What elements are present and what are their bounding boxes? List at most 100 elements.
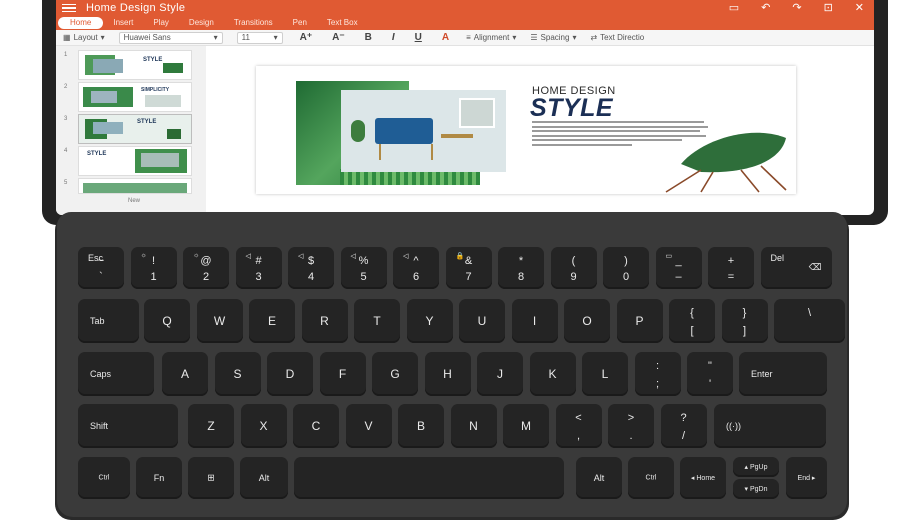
- key-label: W: [213, 314, 226, 328]
- key-row2-8[interactable]: I: [511, 299, 558, 343]
- key-label: U: [477, 314, 487, 328]
- key-row2-12[interactable]: }]: [721, 299, 768, 343]
- key-row3-3[interactable]: D: [267, 352, 313, 396]
- key-label: ▴ PgUp: [744, 464, 768, 471]
- key-row2-7[interactable]: U: [459, 299, 505, 343]
- key-row5-10[interactable]: End ▸: [786, 457, 827, 499]
- key-row5-6[interactable]: Ctrl: [628, 457, 674, 499]
- key-label: \: [807, 307, 812, 319]
- key-row1-3[interactable]: ◁ #3: [235, 247, 282, 289]
- key-label: G: [390, 367, 400, 381]
- key-row4-11[interactable]: ((·)): [714, 404, 826, 448]
- key-row4-9[interactable]: >.: [608, 404, 654, 448]
- key-label: _: [675, 255, 682, 267]
- key-row1-0[interactable]: Esc ~ `: [78, 247, 124, 289]
- key-row4-7[interactable]: M: [503, 404, 549, 448]
- key-row1-9[interactable]: (9: [550, 247, 597, 289]
- key-row3-5[interactable]: G: [372, 352, 418, 396]
- key-row1-5[interactable]: ◁% 5: [340, 247, 387, 289]
- key-label: Caps: [90, 369, 112, 379]
- key-label: #: [255, 255, 262, 267]
- key-label: }: [742, 307, 747, 319]
- key-row4-2[interactable]: X: [240, 404, 287, 448]
- key-row2-10[interactable]: P: [616, 299, 663, 343]
- key-row4-1[interactable]: Z: [188, 404, 234, 448]
- key-label: ,: [576, 430, 581, 442]
- key-row2-0[interactable]: Tab: [78, 299, 139, 343]
- key-row3-7[interactable]: J: [477, 352, 523, 396]
- key-row3-1[interactable]: A: [162, 352, 208, 396]
- key-row1-11[interactable]: ▭ _ –: [655, 247, 702, 289]
- key-row3-8[interactable]: K: [529, 352, 576, 396]
- key-label: R: [320, 314, 329, 328]
- key-row3-10[interactable]: :;: [634, 352, 681, 396]
- key-row5-2[interactable]: ⊞: [188, 457, 234, 499]
- key-row2-9[interactable]: O: [564, 299, 610, 343]
- key-label: V: [364, 419, 373, 433]
- key-label: ]: [742, 325, 747, 337]
- key-row4-6[interactable]: N: [450, 404, 497, 448]
- key-label: {: [690, 307, 694, 319]
- key-label: Alt: [593, 473, 605, 483]
- key-row1-2[interactable]: ☼ @2: [183, 247, 229, 289]
- key-row3-0[interactable]: Caps: [78, 352, 154, 396]
- key-row5-0[interactable]: Ctrl: [78, 457, 130, 499]
- key-row2-3[interactable]: E: [249, 299, 295, 343]
- key-label: S: [233, 367, 242, 381]
- key-row5-9[interactable]: ▾ PgDn: [733, 479, 779, 499]
- key-row4-0[interactable]: Shift: [78, 404, 178, 448]
- key-row3-11[interactable]: " ': [687, 352, 733, 396]
- key-row2-6[interactable]: Y: [406, 299, 453, 343]
- key-row2-11[interactable]: {[: [669, 299, 715, 343]
- key-label: Q: [162, 314, 172, 328]
- key-label: ((·)): [726, 421, 741, 431]
- key-label: T: [373, 314, 381, 328]
- key-row1-12[interactable]: + =: [708, 247, 754, 289]
- key-label: 7: [465, 271, 472, 283]
- key-label: J: [497, 367, 503, 381]
- key-label: 4: [307, 271, 315, 283]
- key-row4-3[interactable]: C: [293, 404, 339, 448]
- key-row4-4[interactable]: V: [345, 404, 392, 448]
- key-row3-9[interactable]: L: [582, 352, 628, 396]
- key-row2-5[interactable]: T: [354, 299, 400, 343]
- key-row2-2[interactable]: W: [196, 299, 243, 343]
- key-row5-3[interactable]: Alt: [240, 457, 288, 499]
- key-row5-8[interactable]: ▴ PgUp: [733, 457, 779, 477]
- key-label: K: [548, 367, 557, 381]
- key-label: ': [708, 378, 712, 390]
- key-label: =: [727, 271, 735, 283]
- key-row3-12[interactable]: Enter: [739, 352, 827, 396]
- key-row1-1[interactable]: ☼! 1: [130, 247, 177, 289]
- key-row5-7[interactable]: ◂ Home: [680, 457, 726, 499]
- key-row2-1[interactable]: Q: [144, 299, 190, 343]
- key-label: Ctrl: [98, 474, 110, 482]
- key-label: ^: [413, 255, 419, 267]
- key-label: :: [655, 360, 660, 372]
- backspace-icon: ⌫: [808, 262, 822, 272]
- key-label: ": [708, 360, 712, 372]
- key-label: E: [267, 314, 276, 328]
- key-row3-4[interactable]: F: [319, 352, 366, 396]
- key-row1-10[interactable]: ) 0: [603, 247, 649, 289]
- key-row2-13[interactable]: \: [774, 299, 845, 343]
- key-label: F: [338, 367, 347, 381]
- key-row4-10[interactable]: ? /: [660, 404, 707, 448]
- key-row1-4[interactable]: ◁ $4: [288, 247, 334, 289]
- key-row1-7[interactable]: 🔒 & 7: [445, 247, 492, 289]
- key-row4-5[interactable]: B: [398, 404, 444, 448]
- key-label: 1: [150, 271, 157, 283]
- key-row3-2[interactable]: S: [214, 352, 261, 396]
- key-label: ~: [97, 255, 105, 267]
- key-label: &: [464, 255, 473, 267]
- key-row2-4[interactable]: R: [301, 299, 348, 343]
- key-row5-1[interactable]: Fn: [136, 457, 182, 499]
- key-row1-8[interactable]: * 8: [498, 247, 544, 289]
- key-row1-6[interactable]: ◁ ^ 6: [393, 247, 439, 289]
- key-row3-6[interactable]: H: [424, 352, 471, 396]
- space-bar[interactable]: [294, 457, 564, 499]
- key-row5-5[interactable]: Alt: [576, 457, 622, 499]
- key-label: <: [575, 412, 582, 424]
- key-row4-8[interactable]: <,: [555, 404, 602, 448]
- key-row1-13[interactable]: Del ⌫: [760, 247, 832, 289]
